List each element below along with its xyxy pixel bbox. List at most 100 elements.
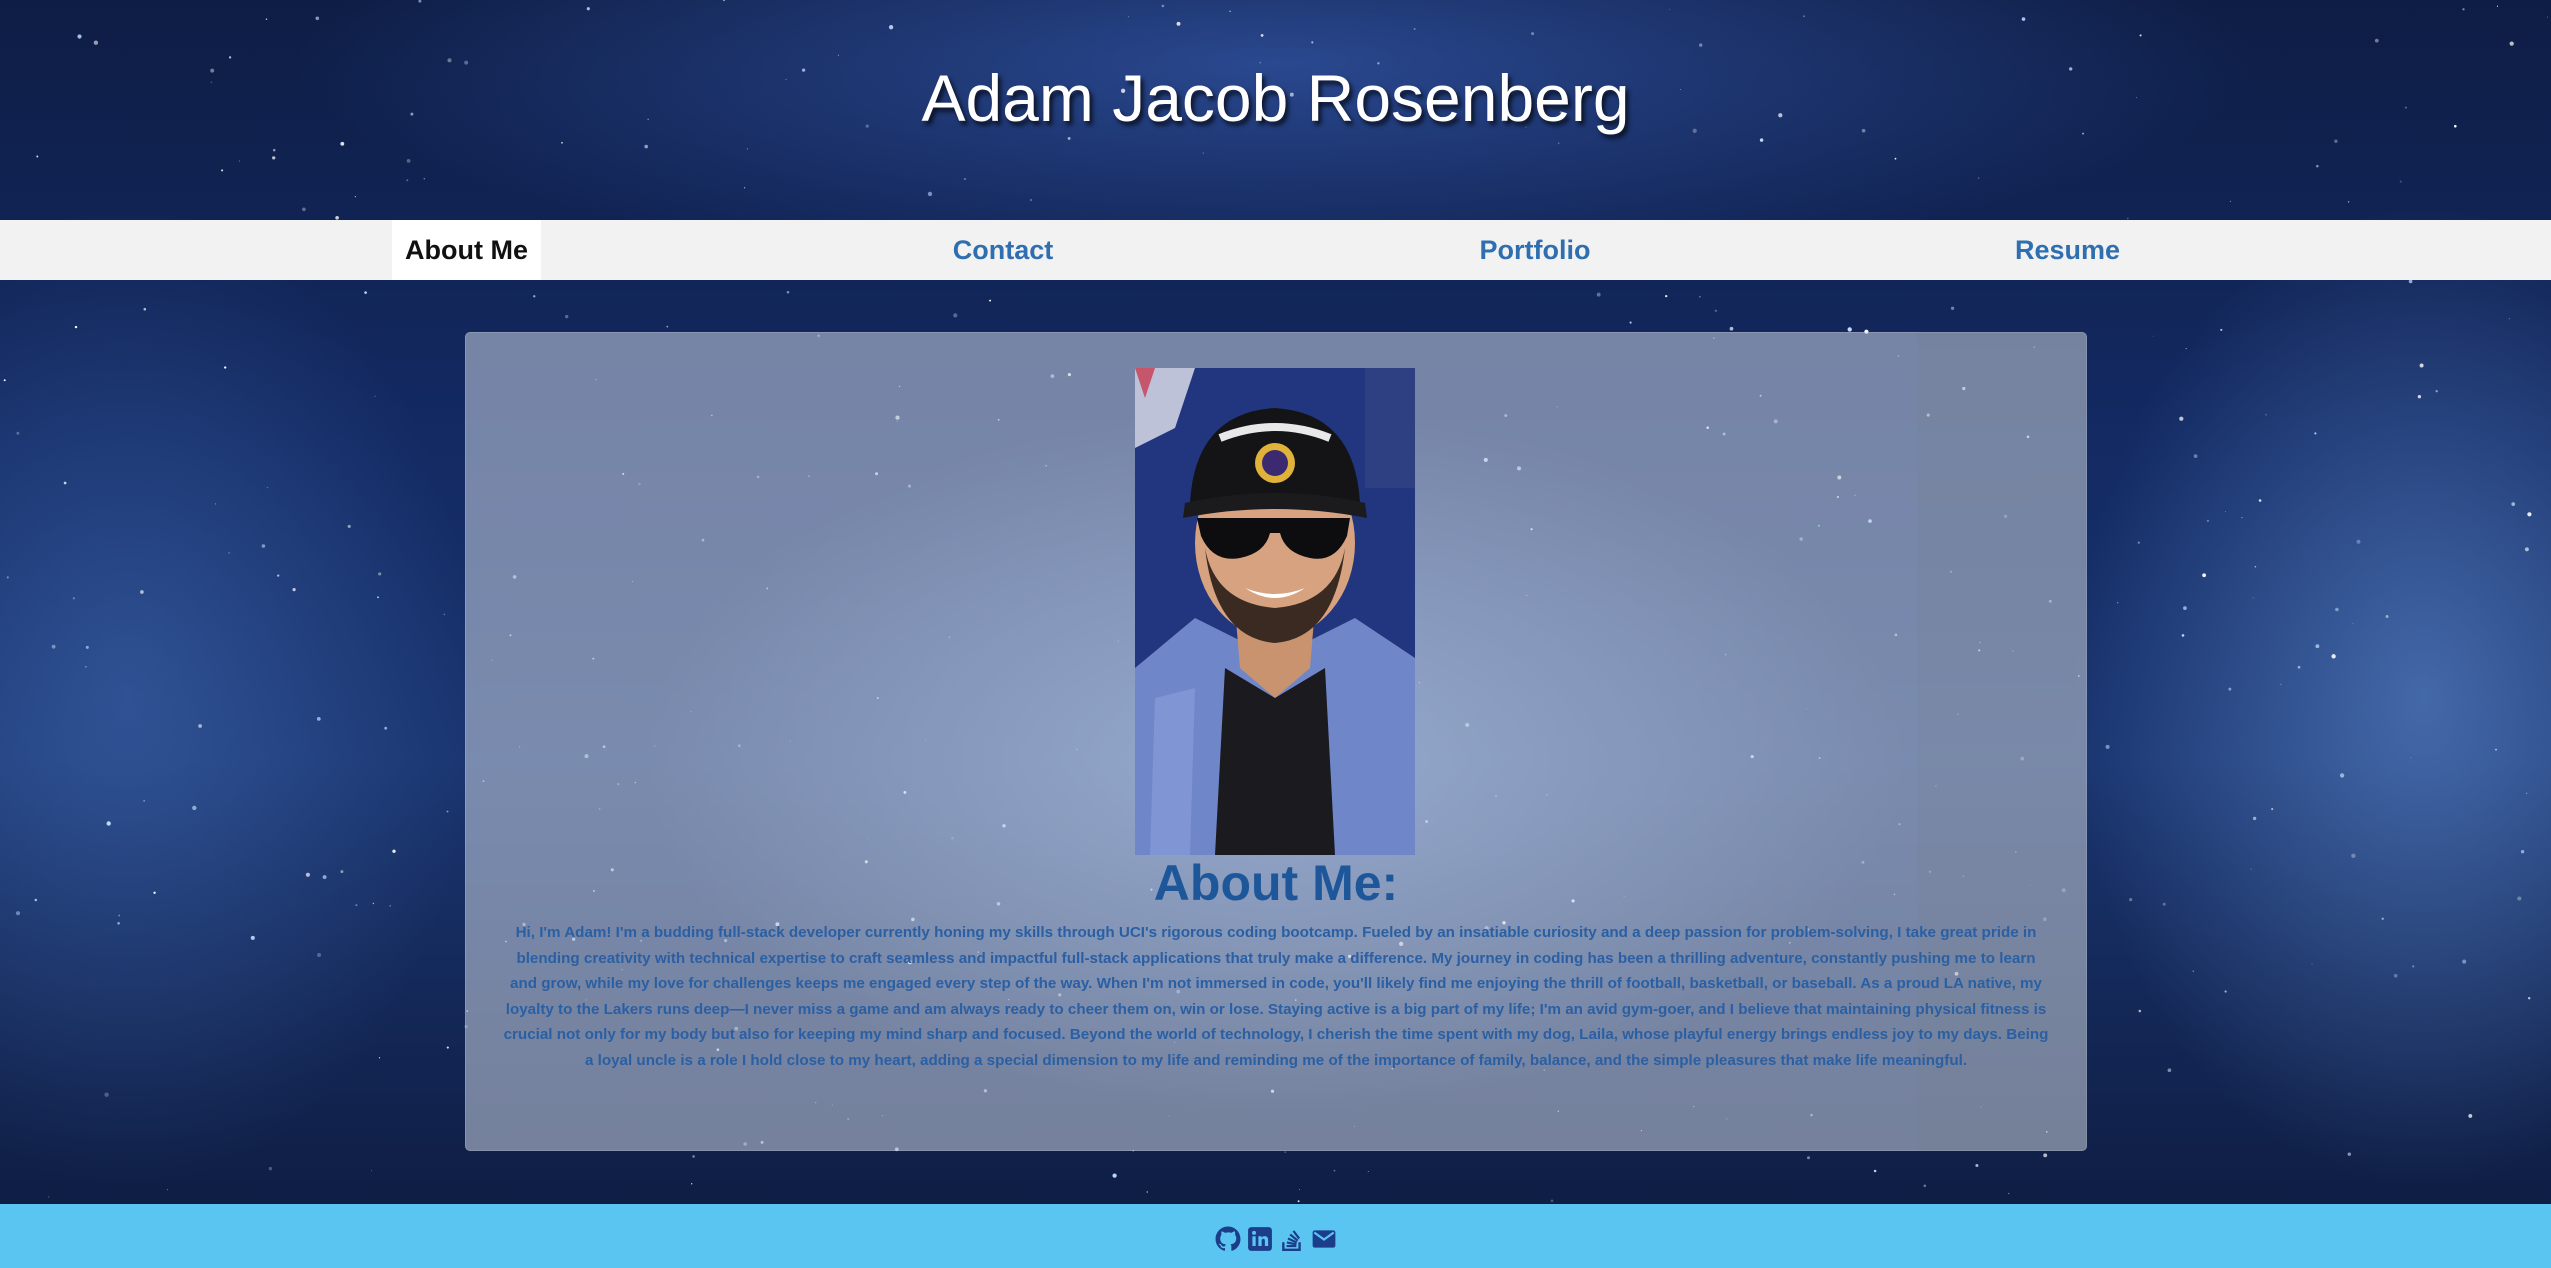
star: [2181, 634, 2185, 637]
star: [215, 503, 217, 505]
star: [364, 291, 367, 294]
star: [372, 902, 375, 905]
star: [72, 597, 76, 600]
star: [2311, 963, 2313, 965]
star: [1146, 1191, 1148, 1193]
star: [691, 1183, 693, 1185]
star: [666, 325, 669, 328]
page-title: Adam Jacob Rosenberg: [921, 61, 1630, 135]
stackoverflow-icon[interactable]: [1279, 1226, 1305, 1252]
star: [2508, 318, 2510, 320]
site-footer: [0, 1204, 2551, 1268]
star: [384, 726, 388, 730]
star: [2254, 565, 2257, 568]
star: [2193, 454, 2198, 458]
star: [74, 325, 78, 329]
star: [2419, 363, 2424, 368]
star: [2527, 512, 2532, 517]
star: [2280, 683, 2282, 685]
star: [2385, 615, 2389, 618]
star: [2528, 997, 2531, 1000]
star: [3, 379, 6, 382]
star: [266, 486, 269, 489]
star: [106, 821, 111, 826]
star: [2271, 808, 2274, 811]
about-card: About Me: Hi, I'm Adam! I'm a budding fu…: [465, 332, 2087, 1151]
tab-portfolio[interactable]: Portfolio: [1450, 220, 1620, 280]
star: [2315, 644, 2320, 649]
star: [378, 1057, 381, 1059]
star: [2393, 973, 2398, 978]
star: [2105, 744, 2110, 749]
star: [167, 1189, 168, 1191]
star: [292, 588, 296, 592]
star: [533, 295, 536, 298]
star: [377, 596, 379, 599]
star: [2495, 748, 2497, 751]
star: [317, 952, 322, 958]
star: [2225, 510, 2226, 512]
star: [2179, 416, 2184, 421]
star: [1284, 1151, 1286, 1153]
star: [2417, 395, 2422, 399]
star: [1975, 1163, 1979, 1168]
star: [2351, 853, 2356, 858]
star: [2220, 328, 2223, 331]
star: [2252, 597, 2254, 599]
star: [1807, 1156, 1810, 1160]
star: [565, 314, 569, 319]
star: [2224, 990, 2227, 993]
star: [2137, 541, 2140, 544]
star: [143, 800, 145, 802]
star: [355, 904, 358, 907]
star: [2252, 816, 2257, 821]
star: [140, 590, 144, 594]
star: [446, 1046, 449, 1049]
tab-contact[interactable]: Contact: [920, 220, 1086, 280]
star: [1367, 1170, 1369, 1173]
star: [143, 307, 147, 311]
star: [443, 613, 446, 616]
star: [2339, 773, 2345, 778]
star: [2202, 573, 2206, 578]
linkedin-icon[interactable]: [1247, 1226, 1273, 1252]
tab-about-me[interactable]: About Me: [392, 220, 541, 280]
about-heading: About Me:: [1153, 855, 1399, 911]
star: [1729, 326, 1734, 331]
star: [446, 810, 449, 813]
star: [2520, 850, 2525, 854]
star: [2410, 757, 2412, 758]
star: [2331, 654, 2336, 659]
star: [2347, 1152, 2351, 1156]
star: [1873, 1169, 1877, 1173]
star: [2138, 1009, 2142, 1013]
tab-resume[interactable]: Resume: [1990, 220, 2145, 280]
about-body-text: Hi, I'm Adam! I'm a budding full-stack d…: [503, 924, 2049, 1069]
star: [104, 1092, 109, 1097]
star: [2008, 1192, 2010, 1195]
star: [1714, 309, 1718, 313]
star: [2152, 335, 2154, 337]
star: [1298, 1189, 1300, 1190]
star: [48, 1196, 50, 1198]
star: [228, 552, 230, 554]
star: [2241, 517, 2243, 519]
star: [2381, 917, 2384, 920]
star: [6, 576, 9, 579]
star: [2043, 1153, 2048, 1158]
star: [1333, 1169, 1336, 1172]
star: [1629, 321, 1632, 324]
star: [117, 922, 120, 925]
star: [153, 891, 156, 895]
star: [250, 935, 255, 940]
star: [2462, 959, 2467, 964]
star: [692, 1155, 695, 1158]
star: [786, 290, 790, 294]
star: [2185, 348, 2187, 350]
star: [2117, 602, 2119, 604]
star: [347, 524, 351, 528]
email-icon[interactable]: [1311, 1226, 1337, 1252]
star: [1596, 292, 1601, 297]
star: [192, 805, 197, 811]
github-icon[interactable]: [1215, 1226, 1241, 1252]
